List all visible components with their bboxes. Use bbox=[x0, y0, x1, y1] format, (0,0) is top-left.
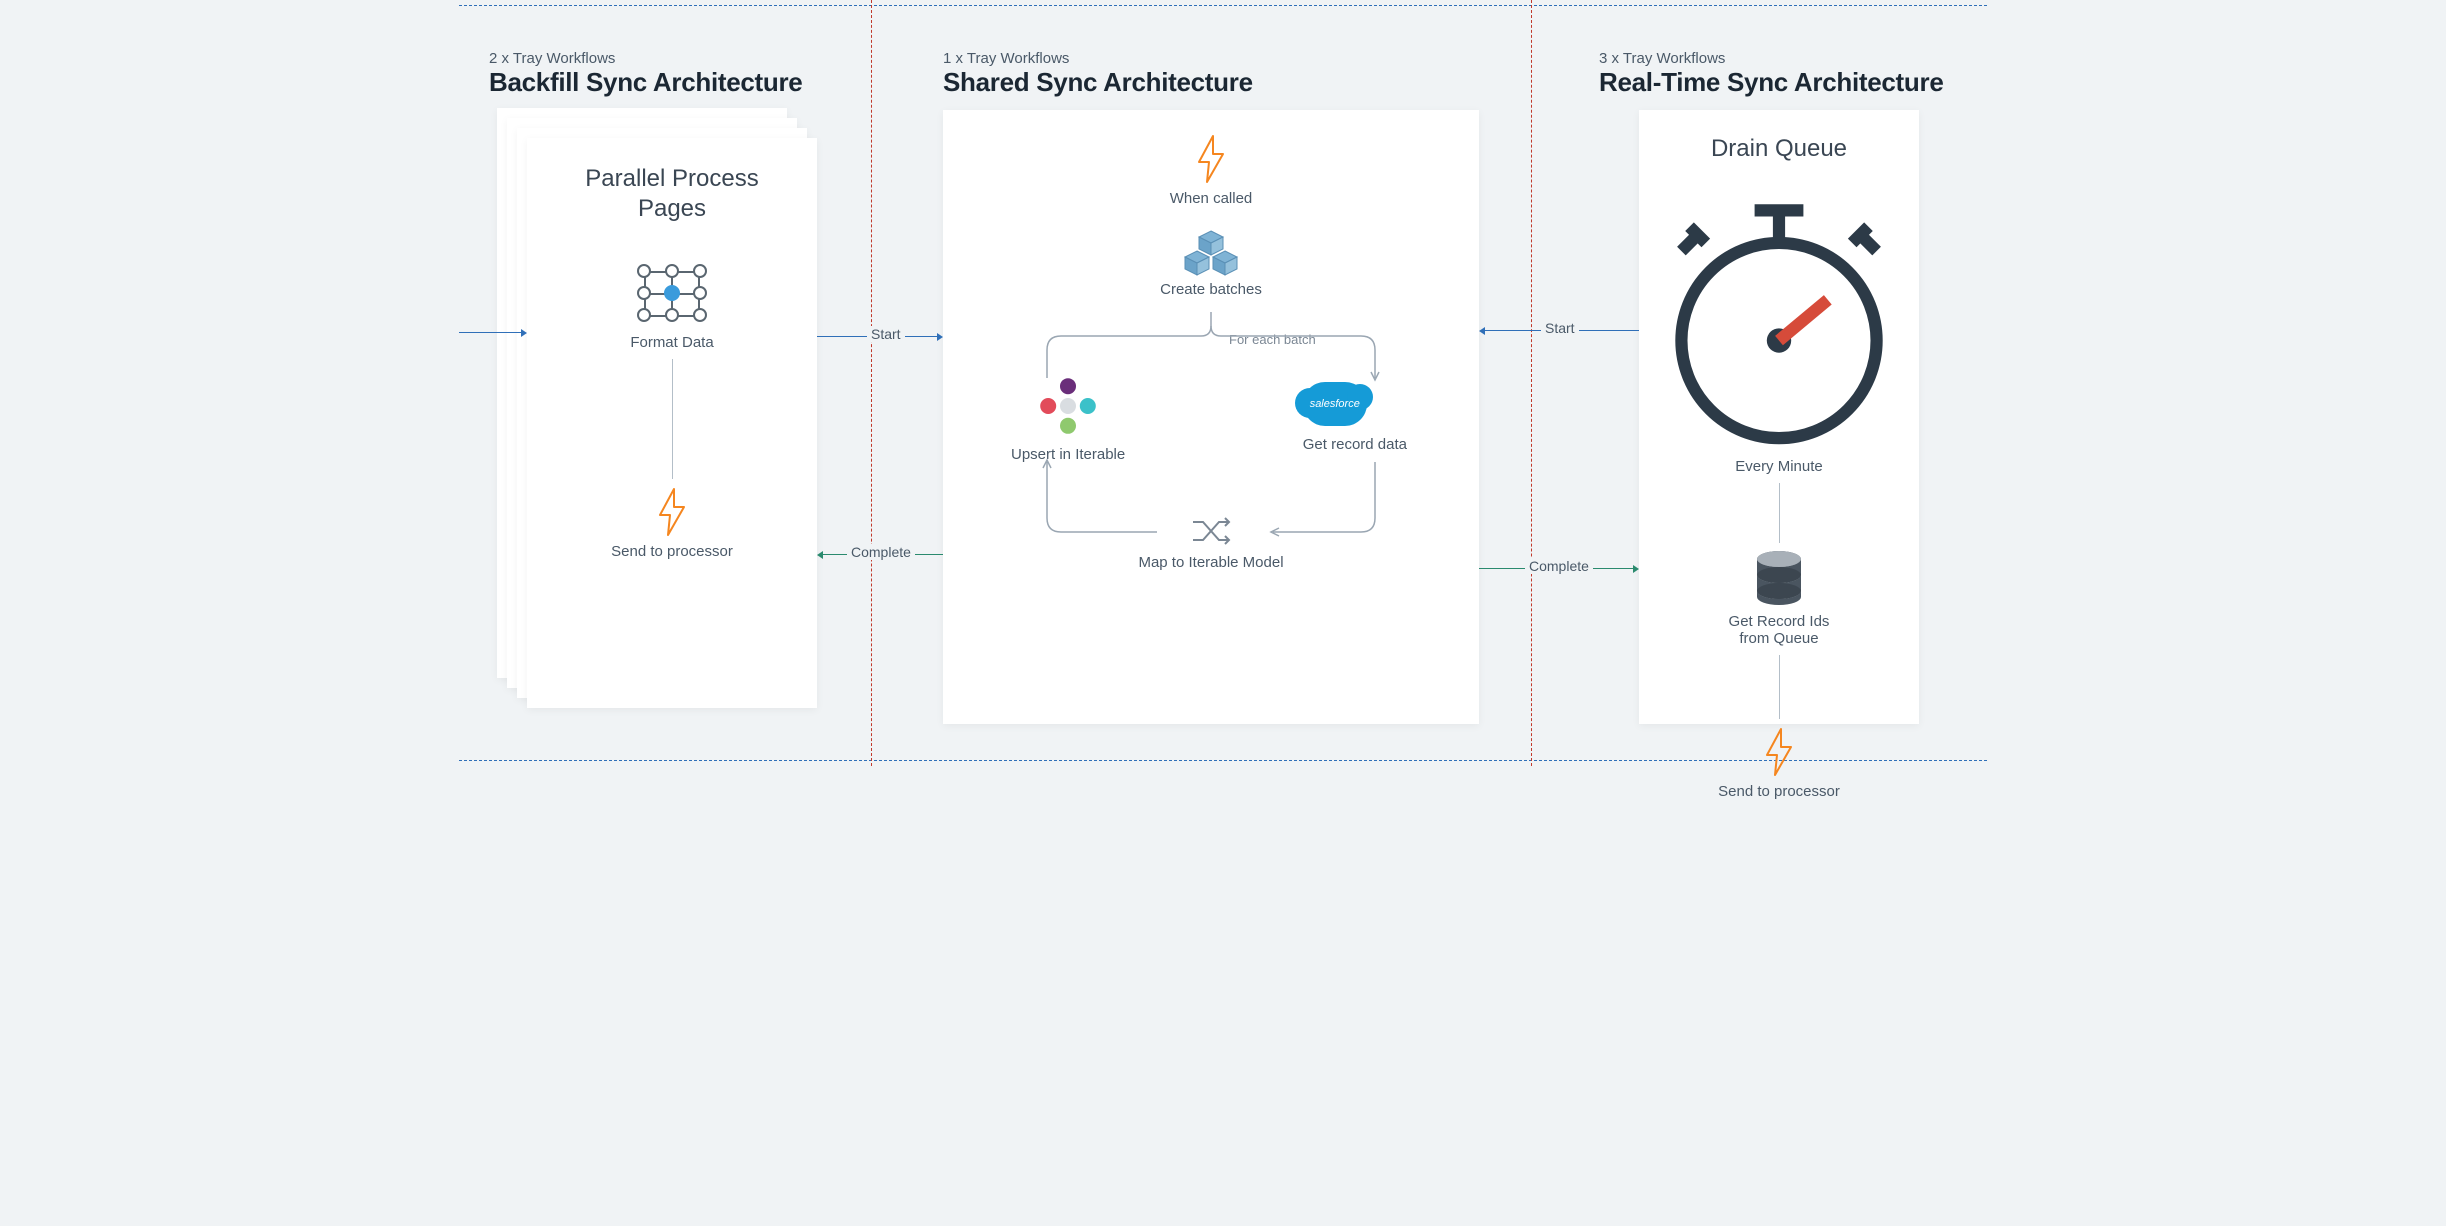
frame-top bbox=[459, 5, 1987, 6]
left-connector bbox=[672, 359, 673, 479]
label-complete-left: Complete bbox=[847, 544, 915, 560]
left-card-title-2: Pages bbox=[545, 194, 799, 224]
right-card-title: Drain Queue bbox=[1657, 134, 1901, 164]
section-left-header: 2 x Tray Workflows Backfill Sync Archite… bbox=[489, 50, 802, 98]
section-left-title: Backfill Sync Architecture bbox=[489, 67, 802, 98]
bolt-icon bbox=[545, 487, 799, 537]
left-node-send: Send to processor bbox=[545, 543, 799, 560]
cubes-icon bbox=[943, 229, 1479, 277]
section-center-super: 1 x Tray Workflows bbox=[943, 50, 1253, 67]
right-connector-1 bbox=[1779, 483, 1780, 543]
database-icon bbox=[1657, 551, 1901, 605]
loop-path bbox=[1001, 312, 1421, 602]
stopwatch-icon bbox=[1657, 186, 1901, 454]
arrow-into-left bbox=[459, 332, 527, 333]
center-card: When called Create batches For each batc… bbox=[943, 110, 1479, 724]
section-left-super: 2 x Tray Workflows bbox=[489, 50, 802, 67]
left-card-title-1: Parallel Process bbox=[545, 164, 799, 194]
bolt-icon bbox=[1657, 727, 1901, 777]
grid-icon bbox=[637, 264, 707, 324]
right-node-send: Send to processor bbox=[1657, 783, 1901, 800]
right-card: Drain Queue Every Minute bbox=[1639, 110, 1919, 724]
bolt-icon bbox=[943, 134, 1479, 184]
left-card: Parallel Process Pages bbox=[527, 138, 817, 708]
label-start-right: Start bbox=[1541, 320, 1579, 336]
section-center-header: 1 x Tray Workflows Shared Sync Architect… bbox=[943, 50, 1253, 98]
section-right-super: 3 x Tray Workflows bbox=[1599, 50, 1943, 67]
section-right-title: Real-Time Sync Architecture bbox=[1599, 67, 1943, 98]
center-node-batches: Create batches bbox=[943, 281, 1479, 298]
label-complete-right: Complete bbox=[1525, 558, 1593, 574]
divider-right bbox=[1531, 0, 1532, 766]
right-node-queue-2: from Queue bbox=[1657, 630, 1901, 647]
center-node-trigger: When called bbox=[943, 190, 1479, 207]
right-node-timer: Every Minute bbox=[1657, 458, 1901, 475]
right-node-queue-1: Get Record Ids bbox=[1657, 613, 1901, 630]
section-right-header: 3 x Tray Workflows Real-Time Sync Archit… bbox=[1599, 50, 1943, 98]
section-center-title: Shared Sync Architecture bbox=[943, 67, 1253, 98]
right-connector-2 bbox=[1779, 655, 1780, 719]
left-node-format: Format Data bbox=[545, 334, 799, 351]
divider-left bbox=[871, 0, 872, 766]
label-start-left: Start bbox=[867, 326, 905, 342]
